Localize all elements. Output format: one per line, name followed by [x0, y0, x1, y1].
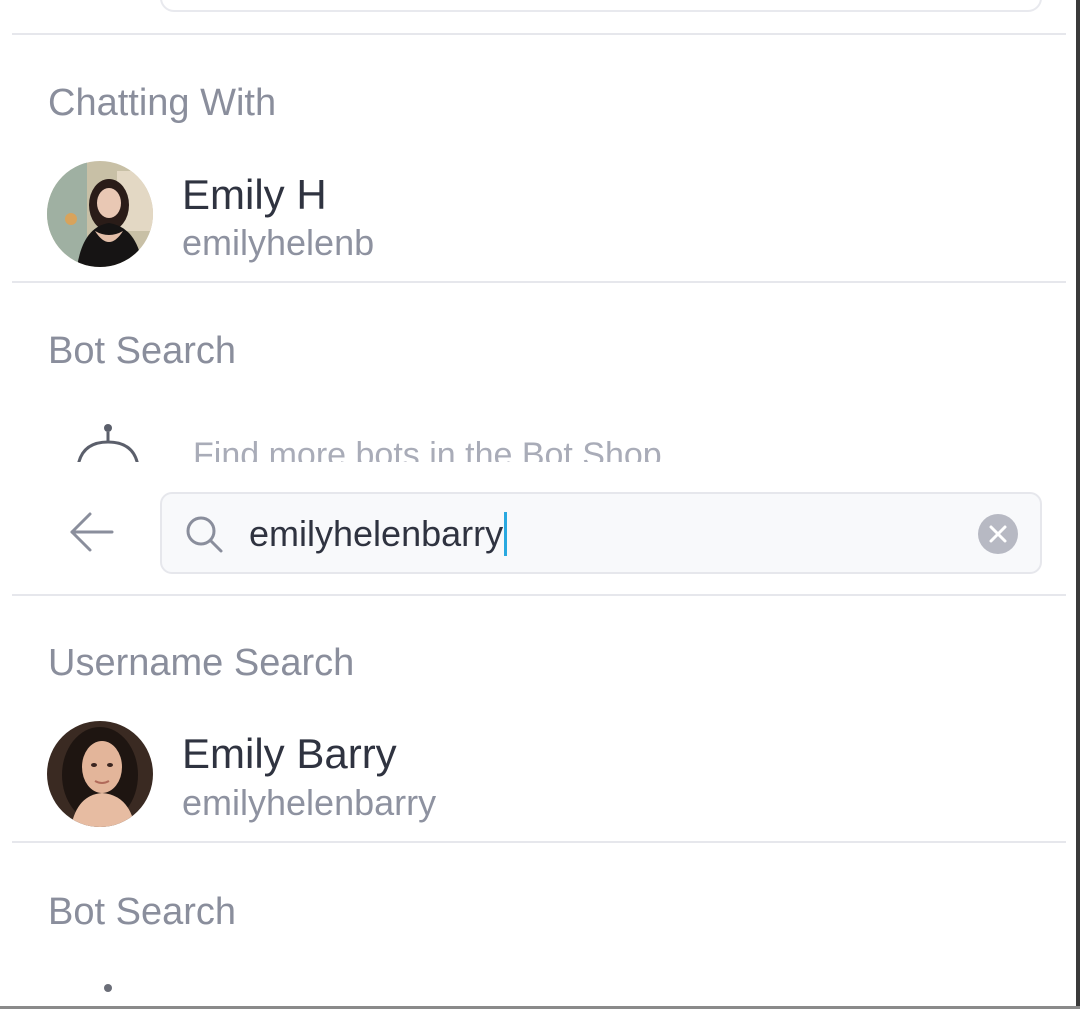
contact-name: Emily H	[182, 171, 327, 218]
contact-row-emily-h[interactable]: Emily H emilyhelenb	[0, 155, 1076, 275]
search-icon	[186, 516, 223, 553]
top-search-box-partial	[160, 0, 1042, 12]
window-edge-right	[1076, 0, 1080, 1009]
arrow-left-icon	[70, 512, 114, 552]
bot-icon-partial	[104, 984, 112, 992]
search-input[interactable]: emilyhelenbarry	[249, 512, 508, 556]
search-input-value: emilyhelenbarry	[249, 513, 504, 554]
bot-shop-label: Find more bots in the Bot Shop	[193, 436, 662, 462]
clear-x-icon	[978, 514, 1018, 554]
avatar	[47, 161, 153, 267]
result-username: emilyhelenbarry	[182, 782, 437, 823]
divider	[12, 281, 1066, 283]
divider	[12, 841, 1066, 843]
avatar	[47, 721, 153, 827]
text-caret	[504, 512, 508, 556]
section-title-bot-search-bottom: Bot Search	[48, 891, 236, 933]
bot-icon	[77, 424, 139, 462]
section-title-chatting-with: Chatting With	[48, 82, 277, 124]
section-title-username-search: Username Search	[48, 642, 355, 684]
section-title-bot-search: Bot Search	[48, 330, 236, 372]
divider	[12, 594, 1066, 596]
result-name: Emily Barry	[182, 730, 397, 777]
bot-shop-item[interactable]: Find more bots in the Bot Shop	[0, 400, 1076, 462]
contact-username: emilyhelenb	[182, 222, 375, 263]
clear-search-button[interactable]	[978, 514, 1018, 554]
back-button[interactable]	[66, 510, 118, 554]
search-result-emily-barry[interactable]: Emily Barry emilyhelenbarry	[0, 715, 1076, 835]
divider	[12, 33, 1066, 35]
